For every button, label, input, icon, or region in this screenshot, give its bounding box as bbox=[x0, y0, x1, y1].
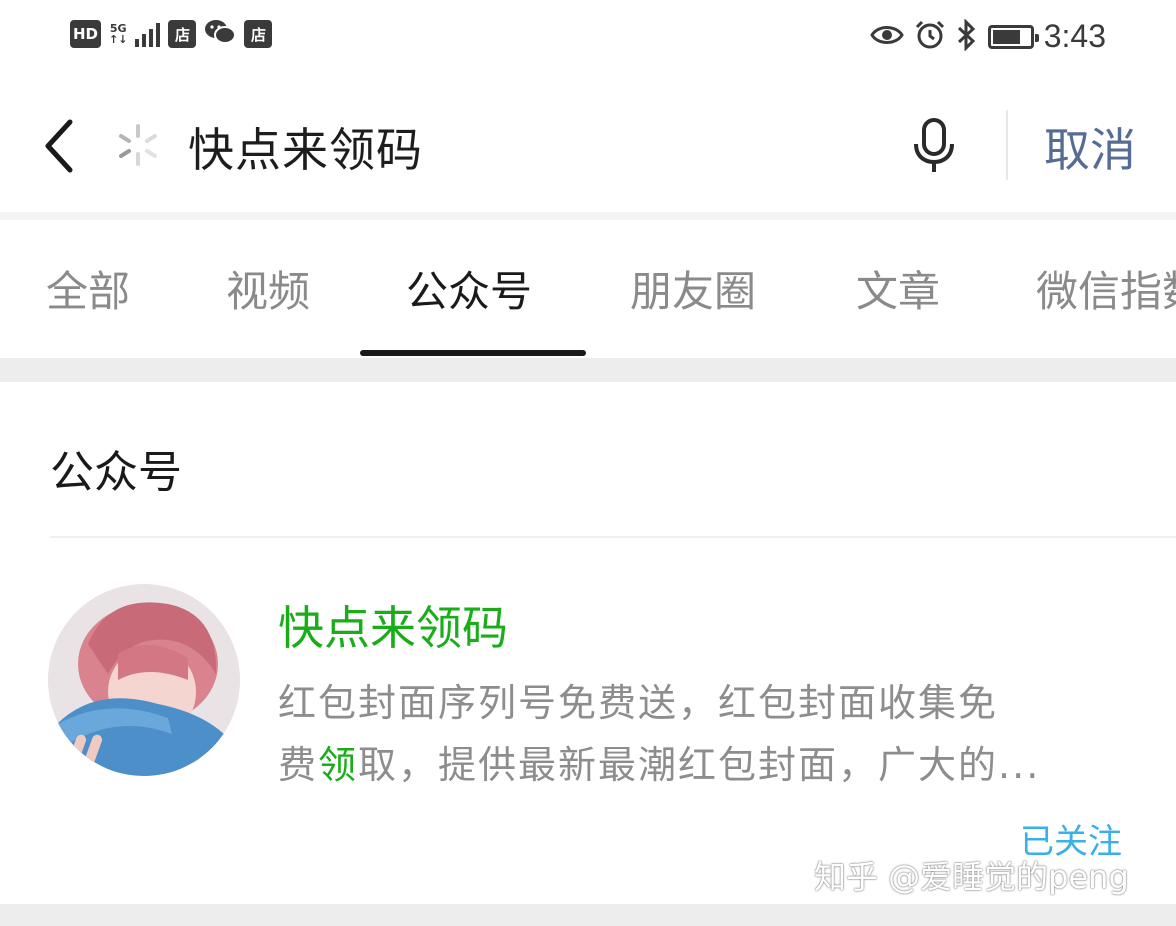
status-bar: HD 5G ↑↓ 店 店 3:43 bbox=[0, 0, 1176, 80]
account-name[interactable]: 快点来领码 bbox=[278, 592, 508, 658]
clock: 3:43 bbox=[1043, 18, 1106, 54]
wechat-icon bbox=[204, 18, 237, 50]
tab-wechat-index[interactable]: 微信指数 bbox=[1036, 258, 1176, 319]
search-input[interactable]: 快点来领码 bbox=[188, 114, 423, 180]
description-line-2: 费领取，提供最新最潮红包封面，广大的... bbox=[278, 743, 1041, 787]
active-tab-indicator bbox=[360, 350, 586, 356]
hd-badge: HD bbox=[70, 20, 102, 48]
battery-icon bbox=[987, 24, 1039, 49]
signal-icon bbox=[135, 21, 161, 47]
separator bbox=[0, 212, 1176, 220]
separator bbox=[0, 358, 1176, 382]
network-type: 5G ↑↓ bbox=[109, 22, 128, 46]
status-right: 3:43 bbox=[869, 17, 1106, 55]
search-bar: 快点来领码 取消 bbox=[0, 80, 1176, 212]
divider bbox=[50, 536, 1176, 538]
results-section: 公众号 快点来领码 红包封面序列号免费送，红包封面收集免 费领取，提供最新最潮红… bbox=[0, 382, 1176, 904]
separator bbox=[0, 904, 1176, 926]
description-line-1: 红包封面序列号免费送，红包封面收集免 bbox=[278, 681, 999, 725]
watermark: 知乎 @爱睡觉的peng bbox=[814, 858, 1129, 896]
filter-tabs: 全部 视频 公众号 朋友圈 文章 微信指数 bbox=[0, 220, 1176, 358]
store-icon-2: 店 bbox=[244, 20, 273, 48]
store-icon: 店 bbox=[168, 20, 197, 48]
microphone-icon[interactable] bbox=[910, 116, 958, 176]
search-divider bbox=[1006, 110, 1008, 180]
back-icon[interactable] bbox=[40, 116, 80, 176]
bluetooth-icon bbox=[956, 17, 978, 55]
status-left: HD 5G ↑↓ 店 店 bbox=[70, 18, 273, 50]
tab-articles[interactable]: 文章 bbox=[856, 258, 940, 319]
avatar[interactable] bbox=[48, 584, 240, 776]
tab-moments[interactable]: 朋友圈 bbox=[630, 258, 756, 319]
tab-official-accounts[interactable]: 公众号 bbox=[406, 258, 532, 319]
account-description: 红包封面序列号免费送，红包封面收集免 费领取，提供最新最潮红包封面，广大的... bbox=[278, 672, 1128, 796]
tab-all[interactable]: 全部 bbox=[46, 258, 130, 319]
keyword-highlight: 领 bbox=[318, 743, 359, 787]
eye-icon bbox=[869, 23, 904, 51]
section-title: 公众号 bbox=[50, 447, 182, 498]
loading-icon bbox=[115, 122, 161, 168]
tab-video[interactable]: 视频 bbox=[226, 258, 310, 319]
cancel-button[interactable]: 取消 bbox=[1044, 114, 1136, 180]
alarm-icon bbox=[914, 19, 946, 55]
